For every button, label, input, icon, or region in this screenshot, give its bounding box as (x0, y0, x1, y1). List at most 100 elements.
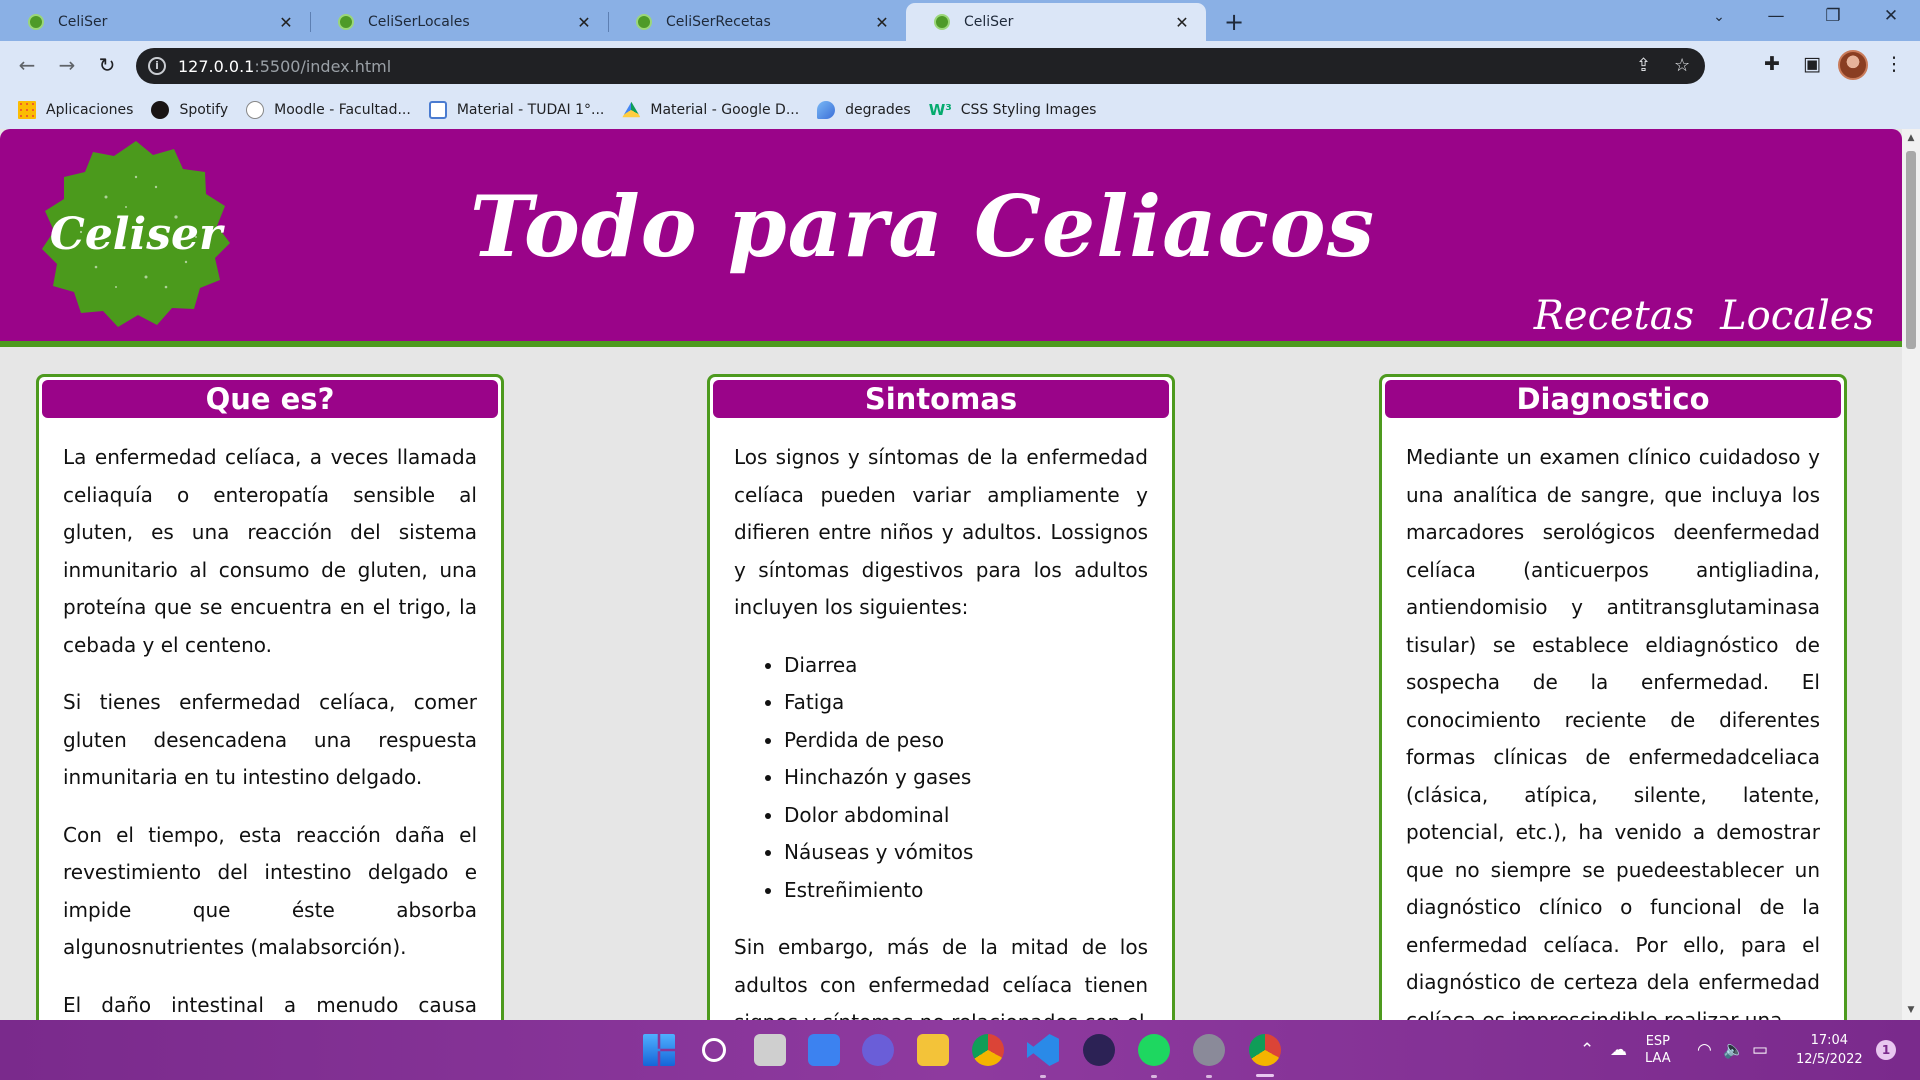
list-item: Estreñimiento (784, 872, 1148, 910)
spotify-icon[interactable] (1138, 1034, 1170, 1066)
apps-grid-icon (18, 101, 36, 119)
bookmark-aplicaciones[interactable]: Aplicaciones (18, 101, 133, 119)
search-icon[interactable] (702, 1038, 726, 1062)
logo-text: Celiser (50, 209, 225, 260)
list-item: Náuseas y vómitos (784, 834, 1148, 872)
card-diagnostico: Diagnostico Mediante un examen clínico c… (1379, 374, 1847, 1020)
tab-celiserrecetas[interactable]: CeliSerRecetas ✕ (608, 3, 906, 41)
wifi-icon[interactable]: ◠ (1697, 1040, 1712, 1060)
list-item: Hinchazón y gases (784, 759, 1148, 797)
card-title: Que es? (42, 380, 498, 418)
window-close-icon[interactable]: ✕ (1876, 6, 1906, 26)
moodle-icon (246, 101, 265, 119)
lang-code: ESP (1645, 1034, 1670, 1049)
w3schools-icon: W³ (928, 101, 952, 119)
running-indicator (1206, 1075, 1212, 1078)
windows-start-icon[interactable] (643, 1034, 675, 1066)
settings-gear-icon[interactable] (1193, 1034, 1225, 1066)
running-indicator (1040, 1075, 1046, 1078)
browser-tab-strip: CeliSer ✕ CeliSerLocales ✕ CeliSerReceta… (0, 0, 1920, 41)
maximize-icon[interactable]: ❐ (1818, 6, 1848, 26)
tab-title: CeliSerLocales (368, 14, 470, 30)
tudai-icon (428, 101, 447, 119)
teams-chat-icon[interactable] (862, 1034, 894, 1066)
notification-badge[interactable]: 1 (1876, 1040, 1896, 1060)
page-scrollbar[interactable]: ▲ ▼ (1902, 129, 1920, 1020)
tab-celiser-1[interactable]: CeliSer ✕ (0, 3, 310, 41)
extensions-puzzle-icon[interactable]: ✚ (1759, 53, 1785, 75)
bookmark-moodle[interactable]: Moodle - Facultad... (246, 101, 411, 119)
chrome-profile-icon[interactable] (1249, 1034, 1281, 1066)
symptom-list: Diarrea Fatiga Perdida de peso Hinchazón… (784, 647, 1148, 910)
close-icon[interactable]: ✕ (276, 13, 296, 32)
card-paragraph: Los signos y síntomas de la enfermedad c… (734, 445, 1148, 619)
list-item: Dolor abdominal (784, 797, 1148, 835)
bookmark-degrades[interactable]: degrades (817, 101, 911, 119)
header-nav: Recetas Locales (1534, 293, 1874, 339)
tab-celiserlocales[interactable]: CeliSerLocales ✕ (310, 3, 608, 41)
file-explorer-icon[interactable] (917, 1034, 949, 1066)
minimize-icon[interactable]: — (1761, 6, 1791, 26)
card-body: La enfermedad celíaca, a veces llamada c… (39, 421, 501, 1020)
bookmark-label: CSS Styling Images (960, 102, 1097, 118)
celiser-favicon-icon (28, 14, 44, 30)
share-icon[interactable]: ⇪ (1636, 55, 1651, 76)
profile-avatar[interactable] (1838, 50, 1868, 80)
reload-icon[interactable]: ↻ (94, 53, 120, 77)
list-item: Diarrea (784, 647, 1148, 685)
back-arrow-icon[interactable]: ← (14, 53, 40, 77)
nav-link-recetas[interactable]: Recetas (1534, 293, 1694, 339)
bookmark-label: Spotify (179, 102, 229, 118)
site-info-icon[interactable]: i (148, 57, 166, 75)
vscode-icon[interactable] (1027, 1034, 1059, 1066)
lang-layout: LAA (1645, 1051, 1671, 1066)
onedrive-cloud-icon[interactable]: ☁ (1610, 1040, 1627, 1060)
running-indicator (1151, 1075, 1157, 1078)
tab-celiser-active[interactable]: CeliSer ✕ (906, 3, 1206, 41)
bookmark-label: Aplicaciones (46, 102, 134, 118)
card-title: Sintomas (713, 380, 1169, 418)
eclipse-icon[interactable] (1083, 1034, 1115, 1066)
side-panel-icon[interactable]: ▣ (1799, 53, 1825, 75)
system-clock[interactable]: 17:04 12/5/2022 (1796, 1020, 1863, 1080)
list-item: Perdida de peso (784, 722, 1148, 760)
address-bar[interactable]: i 127.0.0.1:5500/index.html ⇪ ☆ (136, 48, 1705, 84)
bookmark-label: Material - Google D... (650, 102, 800, 118)
widgets-icon[interactable] (808, 1034, 840, 1066)
task-view-icon[interactable] (754, 1034, 786, 1066)
bookmark-css-styling-images[interactable]: W³ CSS Styling Images (929, 101, 1097, 119)
nav-link-locales[interactable]: Locales (1720, 293, 1874, 339)
bookmark-label: Moodle - Facultad... (274, 102, 411, 118)
bookmark-spotify[interactable]: Spotify (151, 101, 228, 119)
browser-menu-icon[interactable]: ⋮ (1881, 53, 1907, 75)
tab-title: CeliSer (58, 14, 108, 30)
bookmark-material-tudai[interactable]: Material - TUDAI 1°... (428, 101, 605, 119)
clock-date: 12/5/2022 (1796, 1052, 1863, 1067)
windows-taskbar: ⌃ ☁ ESP LAA ◠ 🔈 ▭ 17:04 12/5/2022 1 (0, 1020, 1920, 1080)
battery-icon[interactable]: ▭ (1752, 1040, 1768, 1060)
forward-arrow-icon[interactable]: → (54, 53, 80, 77)
chrome-icon[interactable] (972, 1034, 1004, 1066)
celiser-logo: Celiser (42, 141, 230, 327)
tab-search-chevron-icon[interactable]: ⌄ (1704, 9, 1734, 25)
scroll-down-arrow-icon[interactable]: ▼ (1902, 1005, 1920, 1015)
scrollbar-thumb[interactable] (1906, 151, 1916, 349)
url-path: :5500/index.html (254, 56, 392, 76)
tray-chevron-up-icon[interactable]: ⌃ (1580, 1040, 1594, 1060)
bookmark-star-icon[interactable]: ☆ (1674, 55, 1690, 76)
close-icon[interactable]: ✕ (1172, 13, 1192, 32)
card-que-es: Que es? La enfermedad celíaca, a veces l… (36, 374, 504, 1020)
page-viewport: Celiser Todo para Celiacos Recetas Local… (0, 129, 1902, 1020)
bookmark-material-google-drive[interactable]: Material - Google D... (622, 101, 799, 119)
new-tab-button[interactable]: + (1221, 8, 1247, 36)
close-icon[interactable]: ✕ (872, 13, 892, 32)
scroll-up-arrow-icon[interactable]: ▲ (1902, 133, 1920, 143)
card-sintomas: Sintomas Los signos y síntomas de la enf… (707, 374, 1175, 1020)
volume-icon[interactable]: 🔈 (1723, 1040, 1744, 1060)
celiser-favicon-icon (934, 14, 950, 30)
close-icon[interactable]: ✕ (574, 13, 594, 32)
bookmark-label: Material - TUDAI 1°... (456, 102, 605, 118)
language-indicator[interactable]: ESP LAA (1645, 1020, 1671, 1080)
card-body: Los signos y síntomas de la enfermedad c… (710, 421, 1172, 1020)
clock-time: 17:04 (1810, 1033, 1849, 1048)
